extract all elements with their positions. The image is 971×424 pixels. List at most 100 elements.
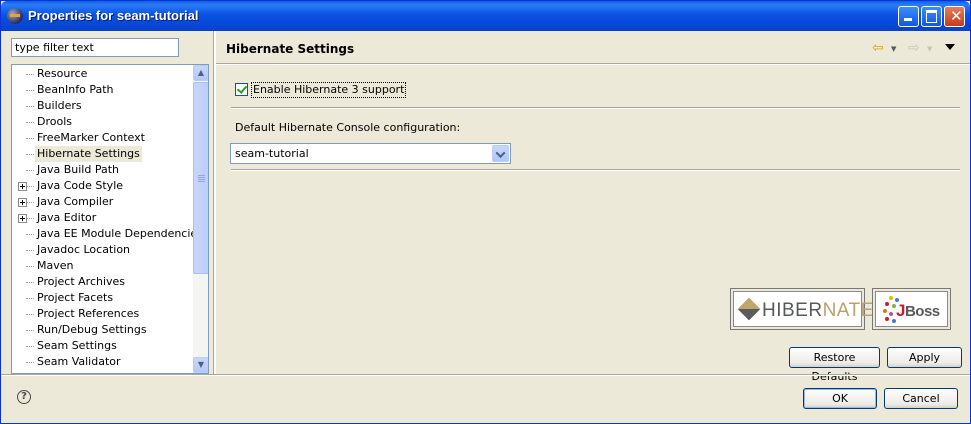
tree-connector — [26, 122, 34, 123]
tree-connector — [26, 138, 34, 139]
cancel-button[interactable]: Cancel — [884, 388, 958, 409]
properties-dialog: Properties for seam-tutorial ✕ Resource B… — [0, 0, 971, 424]
tree-item[interactable]: Seam Validator — [12, 354, 192, 370]
combo-separator — [231, 169, 960, 171]
tree-item[interactable]: Java EE Module Dependencies — [12, 226, 203, 242]
tree-item[interactable]: Java Build Path — [12, 162, 192, 178]
tree-item[interactable]: Project Archives — [12, 274, 192, 290]
back-dropdown-icon[interactable]: ▼ — [891, 45, 896, 53]
tree-item-label: Resource — [37, 67, 88, 80]
tree-item-label: Java Code Style — [37, 179, 124, 192]
tree-item[interactable]: Run/Debug Settings — [12, 322, 192, 338]
tree-connector — [26, 266, 34, 267]
tree-connector — [26, 218, 34, 219]
scroll-thumb[interactable] — [193, 82, 208, 274]
tree-item-label: FreeMarker Context — [37, 131, 145, 144]
tree-connector — [26, 170, 34, 171]
tree-item-label: Maven — [37, 259, 74, 272]
jboss-wordmark: JBoss — [896, 301, 940, 320]
tree-item[interactable]: Java Editor — [12, 210, 192, 226]
tree-connector — [26, 90, 34, 91]
tree-item-label: Hibernate Settings — [35, 146, 142, 162]
tree-item-label: Seam Settings — [37, 339, 117, 352]
ok-button[interactable]: OK — [803, 388, 877, 409]
tree-connector — [26, 250, 34, 251]
tree-item[interactable]: Hibernate Settings — [12, 146, 192, 162]
tree-item-label: Java Compiler — [37, 195, 114, 208]
tree-item[interactable]: Seam Settings — [12, 338, 192, 354]
back-arrow-icon[interactable]: ⇦ — [872, 41, 884, 55]
tree-item[interactable]: Builders — [12, 98, 192, 114]
tree-item[interactable]: Maven — [12, 258, 192, 274]
view-menu-icon[interactable] — [945, 44, 955, 50]
eclipse-icon — [7, 8, 23, 24]
maximize-button[interactable] — [921, 6, 942, 27]
tree-item[interactable]: FreeMarker Context — [12, 130, 192, 146]
console-config-value: seam-tutorial — [235, 147, 309, 160]
tree-item-label: Run/Debug Settings — [37, 323, 147, 336]
tree-item-label: Builders — [37, 99, 82, 112]
restore-defaults-button[interactable]: Restore Defaults — [789, 347, 880, 383]
tree-connector — [26, 298, 34, 299]
close-button[interactable]: ✕ — [944, 6, 965, 27]
page-header: Hibernate Settings ⇦ ▼ ⇨ ▼ — [216, 32, 970, 64]
tree-item[interactable]: Resource — [12, 66, 192, 82]
forward-arrow-icon: ⇨ — [908, 40, 920, 56]
forward-dropdown-icon: ▼ — [927, 45, 933, 53]
section-separator — [231, 107, 960, 109]
tree-item-label: Drools — [37, 115, 72, 128]
tree-scrollbar[interactable]: ▲ ▼ — [193, 65, 208, 373]
minimize-icon — [904, 18, 912, 21]
tree-connector — [26, 346, 34, 347]
footer-separator — [1, 374, 970, 376]
tree-connector — [26, 282, 34, 283]
enable-hibernate-label[interactable]: Enable Hibernate 3 support — [251, 82, 407, 98]
tree-connector — [26, 234, 34, 235]
checkbox-box[interactable] — [235, 83, 248, 96]
hibernate-wordmark: HIBERNATE — [762, 300, 874, 321]
tree-connector — [26, 106, 34, 107]
tree-item[interactable]: Java Code Style — [12, 178, 192, 194]
chevron-down-icon[interactable] — [492, 145, 509, 162]
tree-item[interactable]: Project Facets — [12, 290, 192, 306]
tree-connector — [26, 74, 34, 75]
console-config-label: Default Hibernate Console configuration: — [235, 121, 461, 134]
scroll-down-button[interactable]: ▼ — [193, 357, 208, 373]
tree-connector — [26, 362, 34, 363]
tree-connector — [26, 330, 34, 331]
tree-item-label: Java EE Module Dependencies — [37, 227, 203, 240]
help-icon[interactable]: ? — [17, 390, 31, 404]
tree-connector — [26, 154, 34, 155]
tree-item[interactable]: Java Compiler — [12, 194, 192, 210]
tree-item[interactable]: Project References — [12, 306, 192, 322]
tree-item-label: Seam Validator — [37, 355, 121, 368]
hibernate-logo-icon — [737, 297, 761, 321]
title-bar[interactable]: Properties for seam-tutorial ✕ — [1, 1, 970, 31]
page-title: Hibernate Settings — [226, 42, 355, 56]
scroll-up-button[interactable]: ▲ — [193, 65, 208, 81]
tree-item[interactable]: BeanInfo Path — [12, 82, 192, 98]
jboss-logo-button[interactable]: JBoss — [872, 288, 951, 330]
tree-item[interactable]: Drools — [12, 114, 192, 130]
tree-item-label: Project Facets — [37, 291, 114, 304]
tree-item-label: Project Archives — [37, 275, 126, 288]
tree-item[interactable]: Javadoc Location — [12, 242, 192, 258]
tree-item-label: Java Build Path — [37, 163, 120, 176]
maximize-icon — [926, 10, 937, 23]
property-page-tree[interactable]: Resource BeanInfo Path Builders Drools FreeM… — [11, 64, 209, 374]
console-config-combo[interactable]: seam-tutorial — [230, 143, 511, 164]
hibernate-logo-button[interactable]: HIBERNATE — [730, 288, 873, 330]
header-separator — [216, 63, 970, 65]
tree-item-label: Java Editor — [37, 211, 97, 224]
close-icon: ✕ — [950, 7, 963, 25]
apply-button[interactable]: Apply — [887, 347, 962, 368]
filter-input[interactable] — [11, 38, 179, 57]
pane-splitter[interactable] — [213, 31, 216, 375]
tree-connector — [26, 186, 34, 187]
tree-connector — [26, 314, 34, 315]
tree-connector — [26, 202, 34, 203]
minimize-button[interactable] — [898, 6, 919, 27]
tree-item-label: Javadoc Location — [37, 243, 131, 256]
tree-item-label: Project References — [37, 307, 140, 320]
tree-item-label: BeanInfo Path — [37, 83, 114, 96]
